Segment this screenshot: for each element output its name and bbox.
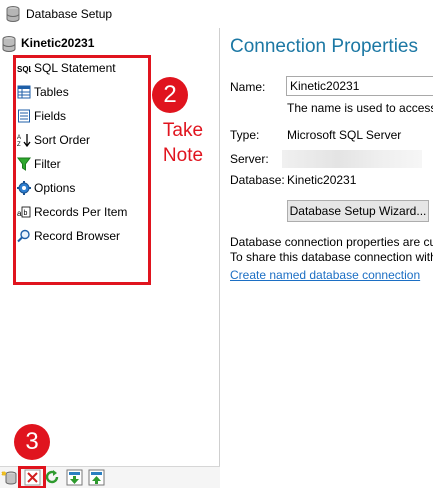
type-value: Microsoft SQL Server [287, 128, 402, 142]
connection-properties-pane: Connection Properties Name: The name is … [220, 28, 433, 488]
server-label: Server: [230, 152, 269, 166]
create-named-connection-link[interactable]: Create named database connection [230, 268, 420, 282]
tree-root-label: Kinetic20231 [21, 36, 95, 50]
callout-box-2 [13, 55, 151, 285]
name-hint: The name is used to access [287, 101, 433, 115]
refresh-icon[interactable] [44, 469, 61, 486]
database-setup-wizard-button[interactable]: Database Setup Wizard... [287, 200, 429, 222]
name-label: Name: [230, 80, 266, 94]
database-label: Database: [230, 173, 285, 187]
title-bar: Database Setup [0, 0, 433, 28]
tree-root-node[interactable]: Kinetic20231 [2, 34, 96, 52]
move-down-icon[interactable] [66, 469, 83, 486]
page-title: Connection Properties [230, 36, 418, 57]
tree-pane: Kinetic20231 SQL SQL Statement Tables Fi… [0, 28, 220, 466]
window-title: Database Setup [26, 7, 113, 21]
database-icon [2, 36, 16, 52]
callout-badge-2: 2 [152, 77, 188, 113]
server-value-redacted [282, 150, 422, 168]
callout-note: Take Note [162, 120, 204, 166]
info-text-line-1: Database connection properties are cu [230, 235, 433, 249]
add-database-icon[interactable] [1, 469, 18, 486]
type-label: Type: [230, 128, 260, 142]
move-up-icon[interactable] [88, 469, 105, 486]
callout-badge-3: 3 [14, 424, 50, 460]
callout-box-3 [18, 466, 46, 488]
database-value: Kinetic20231 [287, 173, 357, 187]
info-text-line-2: To share this database connection with [230, 250, 433, 264]
database-icon [6, 6, 20, 25]
name-field[interactable] [286, 76, 433, 96]
tree-toolbar [0, 466, 220, 488]
